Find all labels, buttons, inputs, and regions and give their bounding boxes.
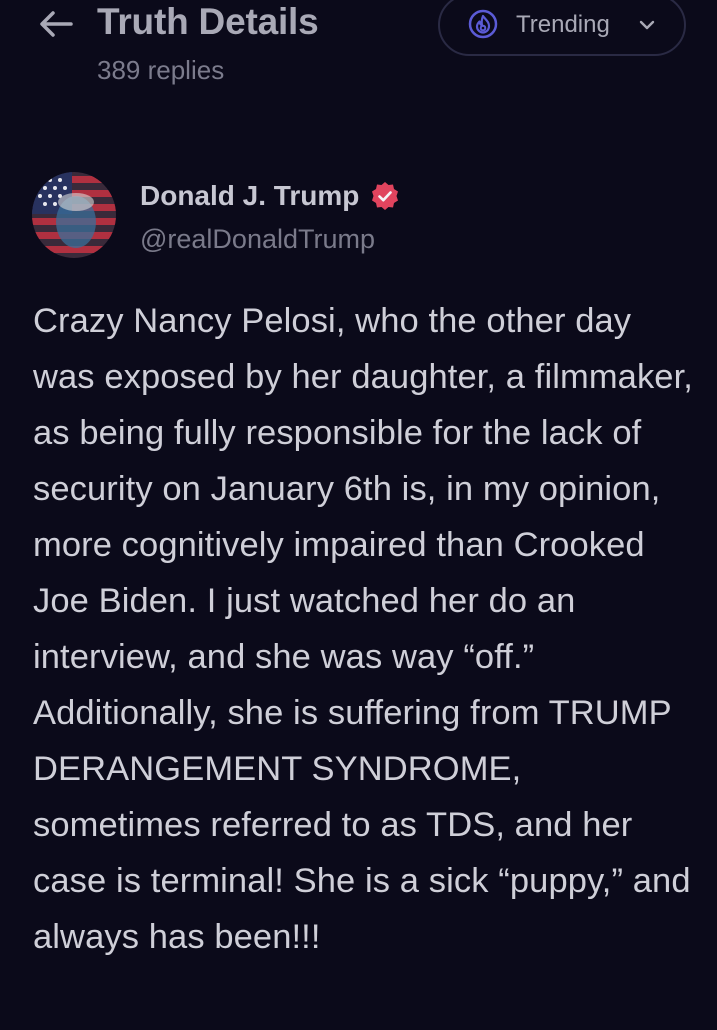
chevron-down-icon bbox=[639, 20, 655, 30]
arrow-left-icon bbox=[40, 11, 73, 37]
back-button[interactable] bbox=[36, 6, 76, 42]
author-name[interactable]: Donald J. Trump bbox=[140, 178, 359, 214]
fire-icon bbox=[468, 9, 498, 39]
trending-label: Trending bbox=[516, 11, 610, 38]
avatar-image bbox=[32, 172, 116, 258]
page-title: Truth Details bbox=[97, 1, 319, 42]
author-handle[interactable]: @realDonaldTrump bbox=[140, 222, 375, 256]
top-bar: Truth Details 389 replies Trending bbox=[0, 0, 717, 100]
trending-dropdown[interactable]: Trending bbox=[438, 0, 686, 56]
verified-badge-icon bbox=[372, 182, 399, 210]
post-text: Crazy Nancy Pelosi, who the other day wa… bbox=[33, 302, 693, 956]
post-author: Donald J. Trump @realDonaldTrump bbox=[32, 172, 682, 262]
reply-count: 389 replies bbox=[97, 55, 225, 85]
avatar[interactable] bbox=[32, 172, 116, 258]
